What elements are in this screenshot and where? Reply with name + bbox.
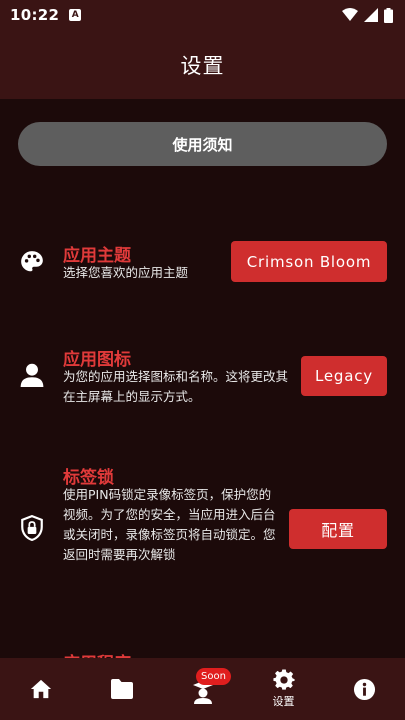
bottom-navigation: Soon 设置 (0, 658, 405, 720)
lock-shield-icon (21, 515, 43, 541)
setting-description: 选择您喜欢的应用主题 (63, 265, 189, 280)
nav-courses[interactable]: Soon (162, 658, 243, 720)
setting-row-theme: 应用主题 选择您喜欢的应用主题 Crimson Bloom (0, 229, 405, 299)
nav-settings-label: 设置 (272, 695, 295, 708)
setting-title: 应用程序 (63, 649, 131, 658)
setting-row-application: 应用程序 (0, 644, 405, 658)
usage-notice-button[interactable]: 使用须知 (18, 122, 387, 166)
signal-icon (364, 8, 378, 22)
nav-info[interactable] (324, 658, 405, 720)
folder-icon (110, 679, 133, 699)
tab-lock-configure-button[interactable]: 配置 (289, 509, 387, 549)
battery-icon (384, 7, 393, 23)
page-title: 设置 (180, 53, 225, 78)
home-icon (30, 679, 51, 699)
nav-folder[interactable] (81, 658, 162, 720)
notification-a-icon: A (69, 9, 82, 21)
setting-description: 为您的应用选择图标和名称。这将更改其在主屏幕上的显示方式。 (63, 369, 289, 404)
app-bar: 设置 (0, 30, 405, 99)
gear-icon (272, 669, 295, 690)
setting-description: 使用PIN码锁定录像标签页，保护您的视频。为了您的安全，当应用进入后台或关闭时，… (63, 487, 276, 562)
user-icon (20, 363, 44, 387)
theme-select-button[interactable]: Crimson Bloom (231, 241, 387, 282)
soon-badge: Soon (196, 668, 231, 685)
nav-settings[interactable]: 设置 (243, 658, 324, 720)
status-icons (342, 7, 393, 23)
wifi-icon (342, 8, 358, 21)
setting-row-app-icon: 应用图标 为您的应用选择图标和名称。这将更改其在主屏幕上的显示方式。 Legac… (0, 339, 405, 419)
palette-icon (21, 251, 43, 272)
info-icon (353, 678, 376, 700)
status-time: 10:22 (10, 6, 60, 24)
app-icon-select-button[interactable]: Legacy (301, 356, 387, 396)
status-bar: 10:22 A (0, 0, 405, 30)
settings-content[interactable]: 使用须知 应用主题 选择您喜欢的应用主题 Crimson Bloom 应用图标 … (0, 99, 405, 658)
setting-row-tab-lock: 标签锁 使用PIN码锁定录像标签页，保护您的视频。为了您的安全，当应用进入后台或… (0, 459, 405, 599)
nav-home[interactable] (0, 658, 81, 720)
